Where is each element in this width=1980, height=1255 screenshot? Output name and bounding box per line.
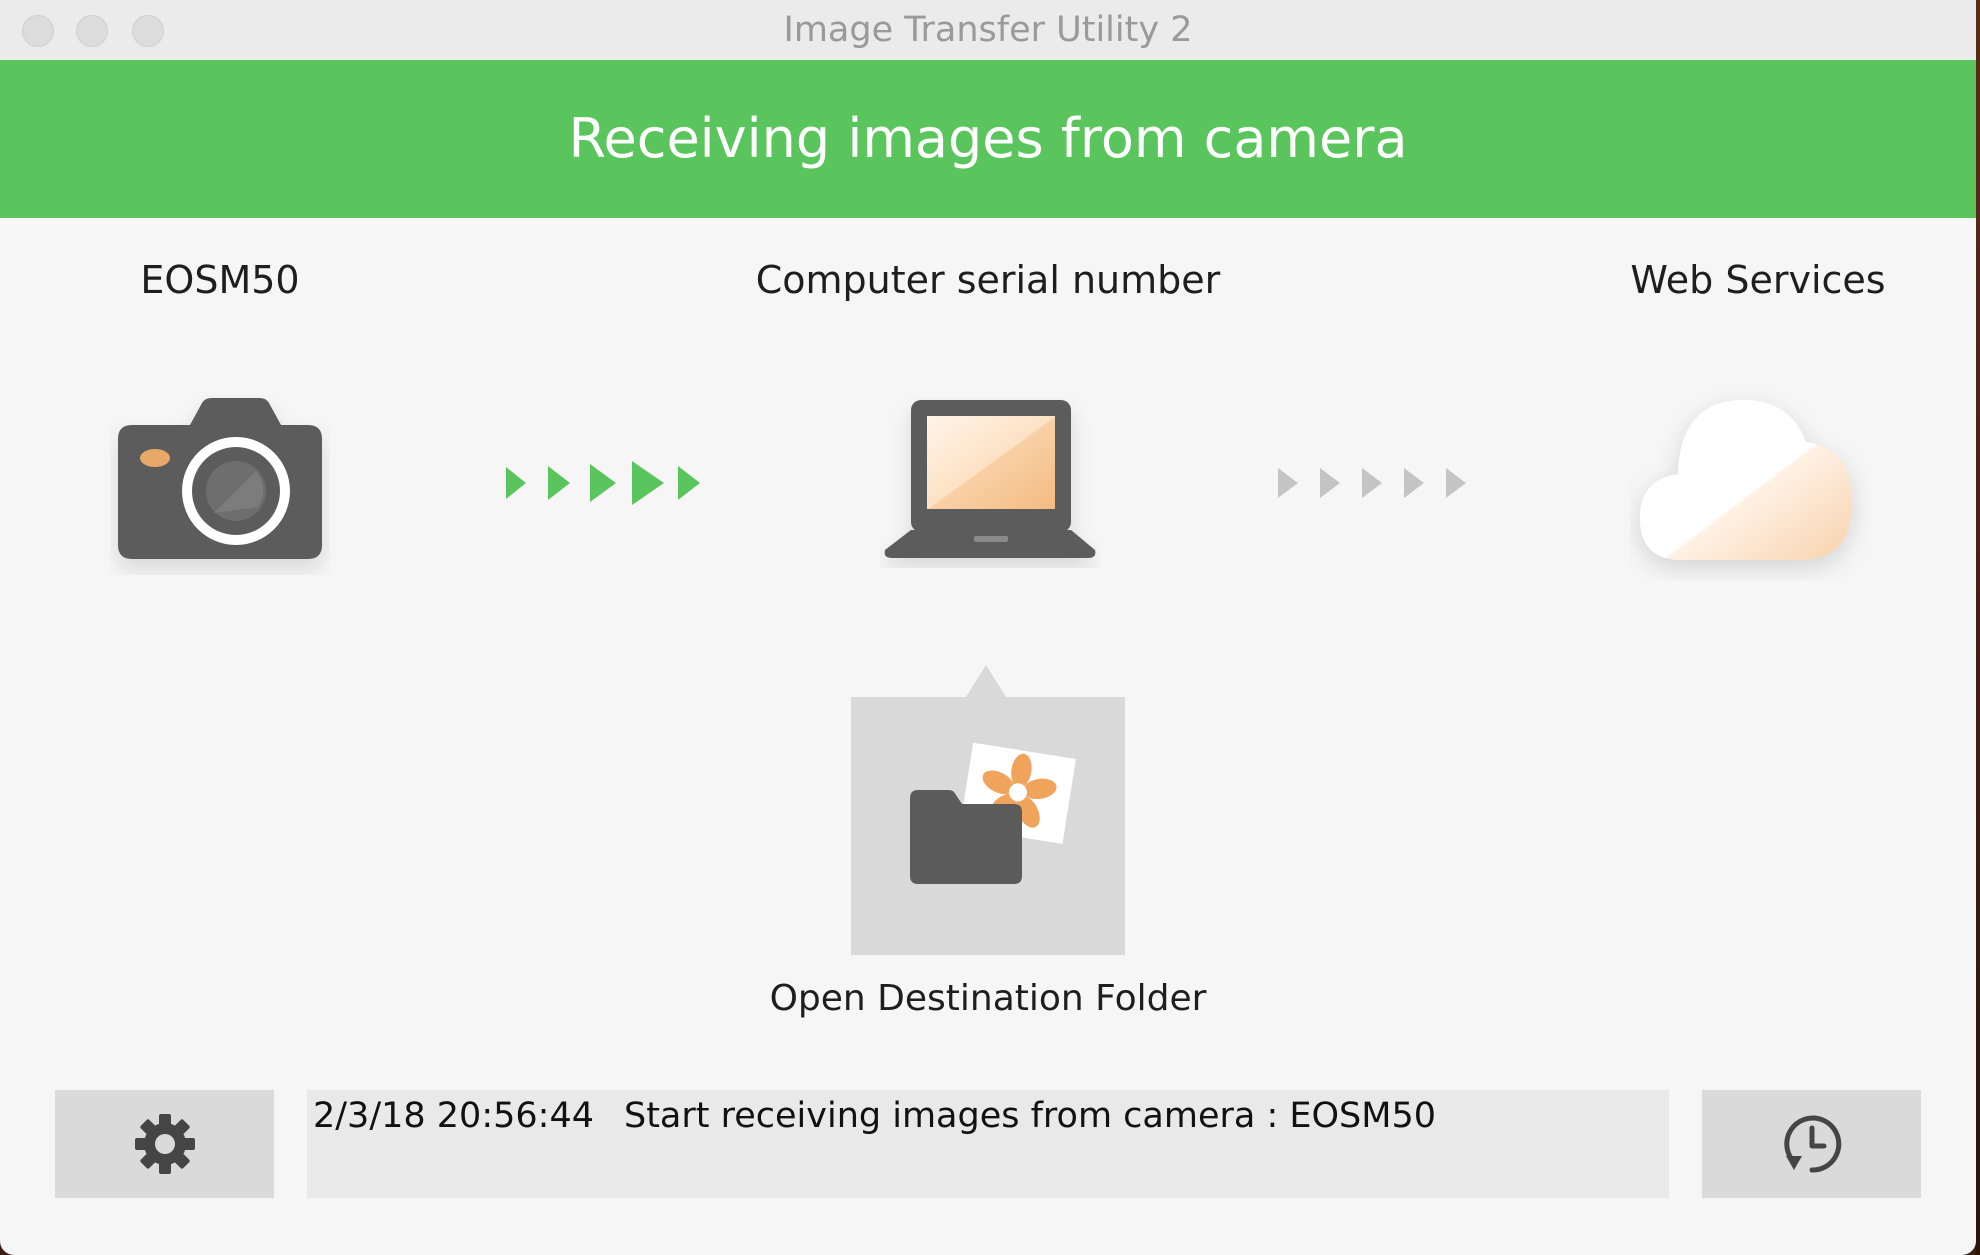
- window-title: Image Transfer Utility 2: [783, 10, 1193, 50]
- title-bar: Image Transfer Utility 2: [0, 0, 1976, 61]
- transfer-arrows-inactive: [1272, 458, 1482, 508]
- desktop-background-edge: [1976, 0, 1980, 1255]
- app-window: Image Transfer Utility 2 Receiving image…: [0, 0, 1976, 1255]
- cloud-icon: [1630, 390, 1870, 580]
- log-entry-time: 2/3/18 20:56:44: [313, 1096, 594, 1136]
- open-destination-folder-button[interactable]: [851, 697, 1125, 955]
- camera-label: EOSM50: [140, 258, 300, 302]
- settings-button[interactable]: [55, 1090, 274, 1198]
- gear-icon: [133, 1112, 197, 1176]
- transfer-arrows-active: [500, 458, 710, 508]
- history-button[interactable]: [1702, 1090, 1921, 1198]
- camera-icon: [110, 395, 330, 575]
- computer-label: Computer serial number: [755, 258, 1221, 302]
- log-entry: 2/3/18 20:56:44 Start receiving images fr…: [313, 1096, 1663, 1136]
- status-banner: Receiving images from camera: [0, 60, 1976, 218]
- open-destination-folder-label[interactable]: Open Destination Folder: [688, 978, 1288, 1019]
- log-entry-message: Start receiving images from camera : EOS…: [623, 1096, 1436, 1136]
- folder-photo-icon: [906, 742, 1076, 892]
- web-services-label: Web Services: [1630, 258, 1886, 302]
- folder-tile-pointer: [966, 665, 1006, 697]
- log-area: 2/3/18 20:56:44 Start receiving images fr…: [307, 1090, 1669, 1198]
- history-clock-icon: [1778, 1110, 1846, 1178]
- laptop-icon: [880, 398, 1100, 568]
